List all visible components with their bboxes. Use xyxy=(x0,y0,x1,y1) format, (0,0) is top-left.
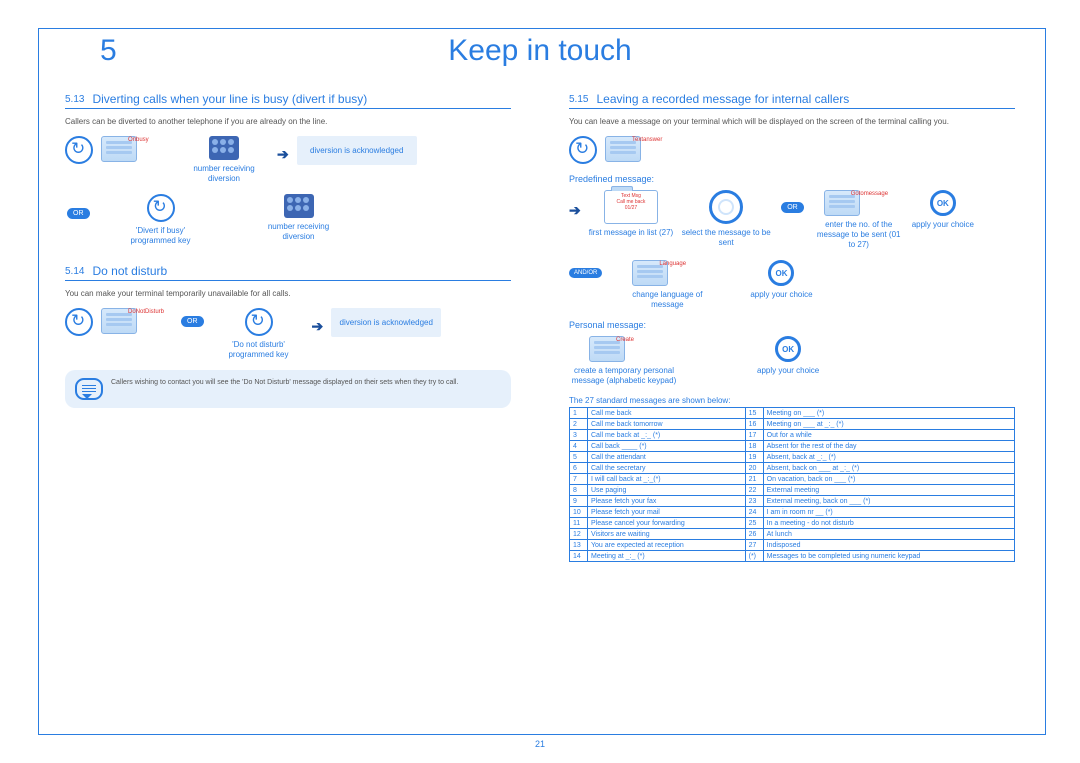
page-number: 21 xyxy=(0,739,1080,749)
keypad-icon xyxy=(209,136,239,160)
screen-preview: Text Msg Call me back 01/27 xyxy=(604,190,658,224)
rotary-icon xyxy=(569,136,597,164)
rotary-step xyxy=(569,136,597,164)
page-title: Keep in touch xyxy=(0,34,1080,68)
page: 5 Keep in touch 5.13 Diverting calls whe… xyxy=(0,0,1080,763)
softkey-label: Onbusy xyxy=(128,137,168,143)
softkey-label: Language xyxy=(659,261,699,267)
softkey-textanswer: Textanswer xyxy=(605,136,675,162)
rotary-icon xyxy=(147,194,175,222)
softkey-label: Create xyxy=(616,337,656,343)
softkey-label: Gotomessage xyxy=(851,191,891,197)
page-border xyxy=(38,28,1046,735)
rotary-icon xyxy=(245,308,273,336)
rotary-icon xyxy=(65,136,93,164)
softkey-label: DoNotDisturb xyxy=(128,309,168,315)
nav-ring-icon xyxy=(709,190,743,224)
rotary-step xyxy=(65,136,93,164)
softkey-dnd: DoNotDisturb xyxy=(101,308,171,334)
rotary-step xyxy=(65,308,93,336)
softkey-label: Textanswer xyxy=(632,137,672,143)
keypad-icon xyxy=(284,194,314,218)
speech-icon xyxy=(75,378,103,400)
softkey-onbusy: Onbusy xyxy=(101,136,171,162)
screen-line: 01/27 xyxy=(608,205,654,211)
rotary-icon xyxy=(65,308,93,336)
